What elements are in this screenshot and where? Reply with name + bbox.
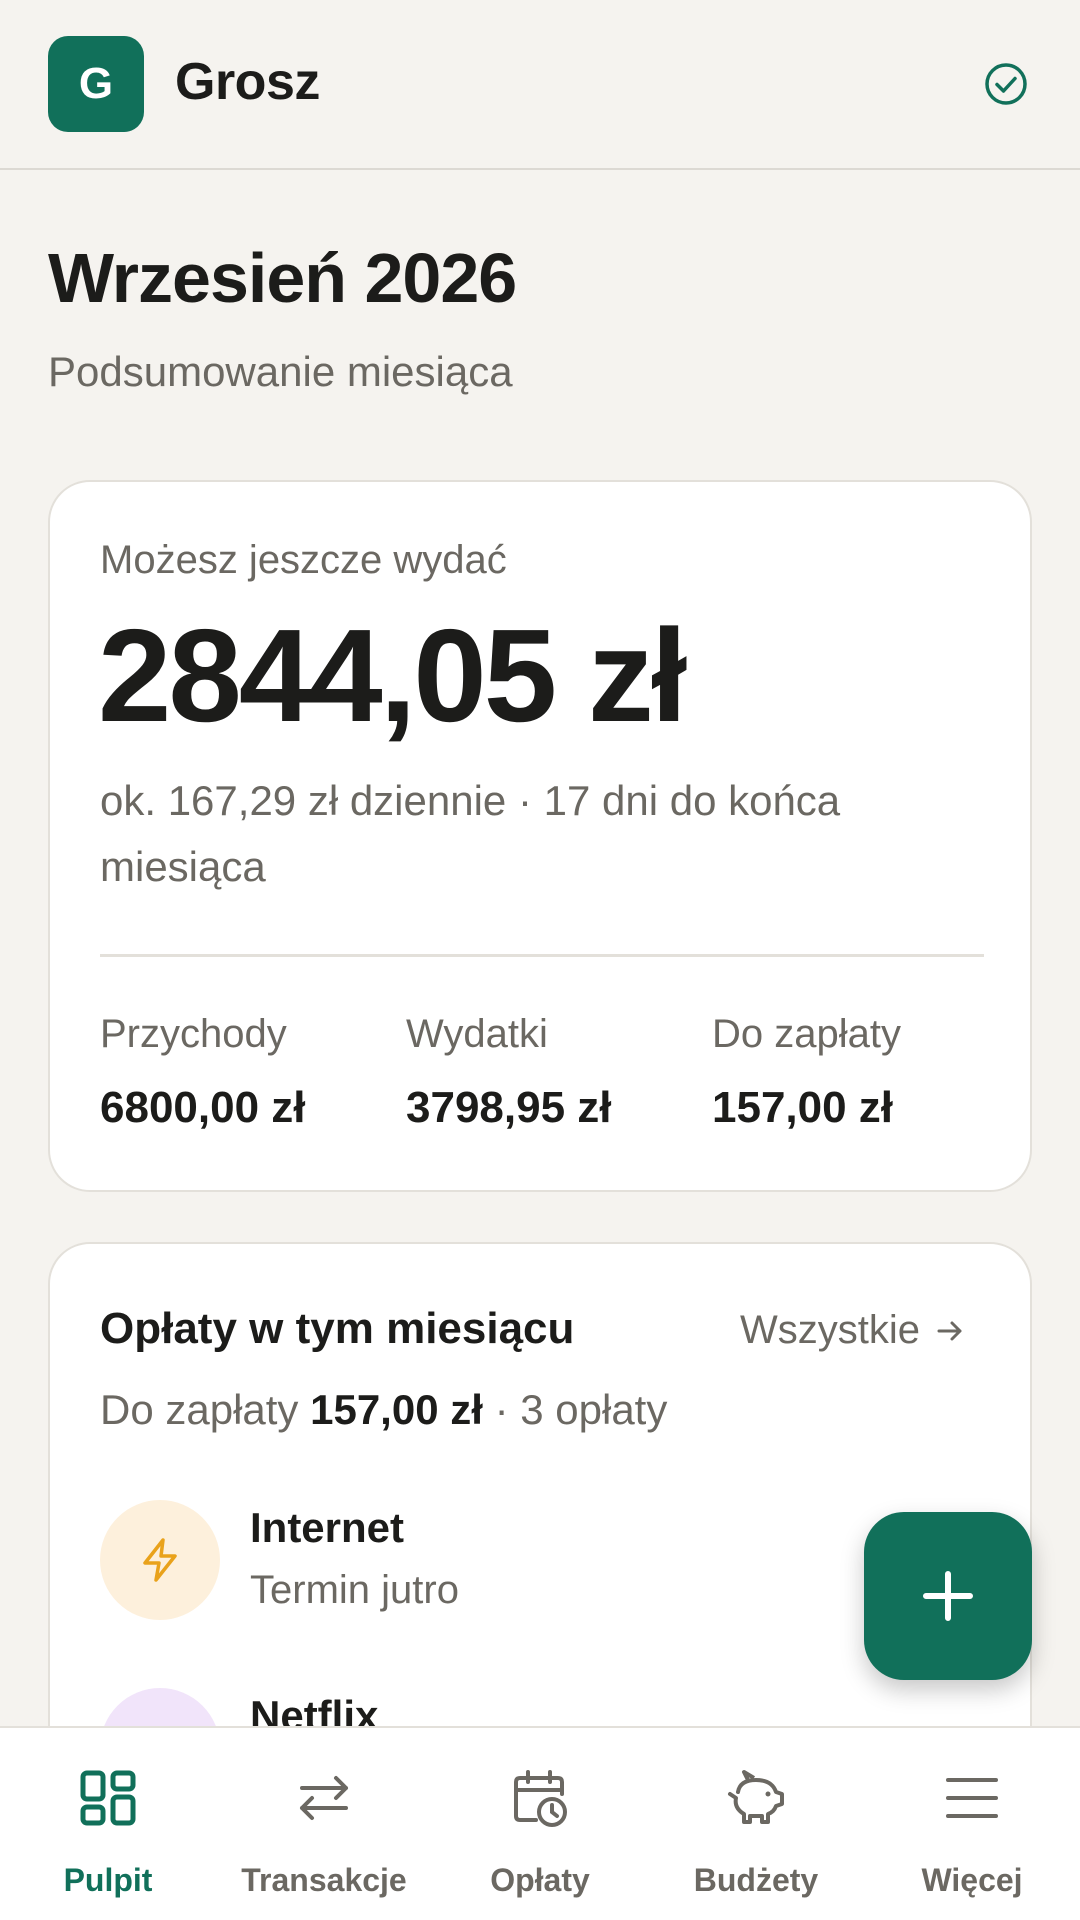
app-logo[interactable]: G	[48, 36, 144, 132]
dashboard-icon	[80, 1770, 136, 1826]
nav-item-budzety[interactable]: Budżety	[648, 1728, 864, 1920]
stat-expenses: Wydatki 3798,95 zł	[406, 1012, 612, 1133]
divider	[100, 954, 984, 957]
nav-label: Opłaty	[490, 1862, 590, 1898]
daily-allowance-note: ok. 167,29 zł dziennie · 17 dni do końca…	[100, 777, 841, 890]
nav-label: Budżety	[693, 1862, 819, 1898]
bills-summary-amount: 157,00 zł	[310, 1386, 483, 1433]
nav-label: Więcej	[921, 1862, 1023, 1898]
plus-icon	[923, 1571, 973, 1621]
nav-item-transakcje[interactable]: Transakcje	[216, 1728, 432, 1920]
transfer-arrows-icon	[300, 1776, 348, 1820]
bill-icon-badge	[100, 1500, 220, 1620]
app-name: Grosz	[175, 53, 320, 111]
stat-value: 157,00 zł	[712, 1083, 894, 1132]
bill-due: Termin jutro	[250, 1568, 459, 1612]
nav-label: Pulpit	[63, 1862, 153, 1898]
stat-income: Przychody 6800,00 zł	[100, 1012, 306, 1133]
bills-title: Opłaty w tym miesiącu	[100, 1304, 575, 1353]
page-title: Wrzesień 2026	[48, 239, 517, 317]
bills-summary: Do zapłaty 157,00 zł · 3 opłaty	[100, 1386, 667, 1434]
dashboard-screen: G Grosz Wrzesień 2026 Podsumowanie miesi…	[0, 0, 1080, 1920]
stat-value: 6800,00 zł	[100, 1083, 306, 1132]
bills-summary-prefix: Do zapłaty	[100, 1386, 299, 1433]
menu-icon	[946, 1778, 998, 1818]
add-transaction-button[interactable]	[864, 1512, 1032, 1680]
nav-label: Transakcje	[241, 1862, 407, 1898]
nav-item-pulpit[interactable]: Pulpit	[0, 1728, 216, 1920]
app-header: G Grosz	[0, 0, 1080, 170]
see-all-label: Wszystkie	[740, 1308, 920, 1352]
bottom-navigation: Pulpit Transakcje Opłaty Budżety Więcej	[0, 1726, 1080, 1920]
sync-status-check-icon[interactable]	[982, 60, 1030, 108]
stat-label: Przychody	[100, 1012, 287, 1056]
remaining-amount: 2844,05 zł	[98, 602, 687, 749]
bill-name: Internet	[250, 1504, 405, 1551]
stat-label: Do zapłaty	[712, 1012, 901, 1056]
remaining-label: Możesz jeszcze wydać	[100, 538, 507, 582]
lightning-icon	[143, 1538, 177, 1582]
bills-summary-count: · 3 opłaty	[494, 1386, 668, 1433]
stat-value: 3798,95 zł	[406, 1083, 612, 1132]
piggy-bank-icon	[728, 1770, 784, 1824]
nav-item-oplaty[interactable]: Opłaty	[432, 1728, 648, 1920]
arrow-right-icon	[937, 1321, 962, 1340]
spending-summary-card: Możesz jeszcze wydać 2844,05 zł ok. 167,…	[48, 480, 1032, 1192]
stat-due: Do zapłaty 157,00 zł	[712, 1012, 901, 1133]
see-all-bills-link[interactable]: Wszystkie	[740, 1308, 966, 1353]
page-subtitle: Podsumowanie miesiąca	[48, 348, 513, 395]
bill-row-internet[interactable]: Internet Termin jutro 69	[100, 1500, 984, 1620]
calendar-clock-icon	[514, 1770, 567, 1827]
nav-item-wiecej[interactable]: Więcej	[864, 1728, 1080, 1920]
stat-label: Wydatki	[406, 1012, 548, 1056]
